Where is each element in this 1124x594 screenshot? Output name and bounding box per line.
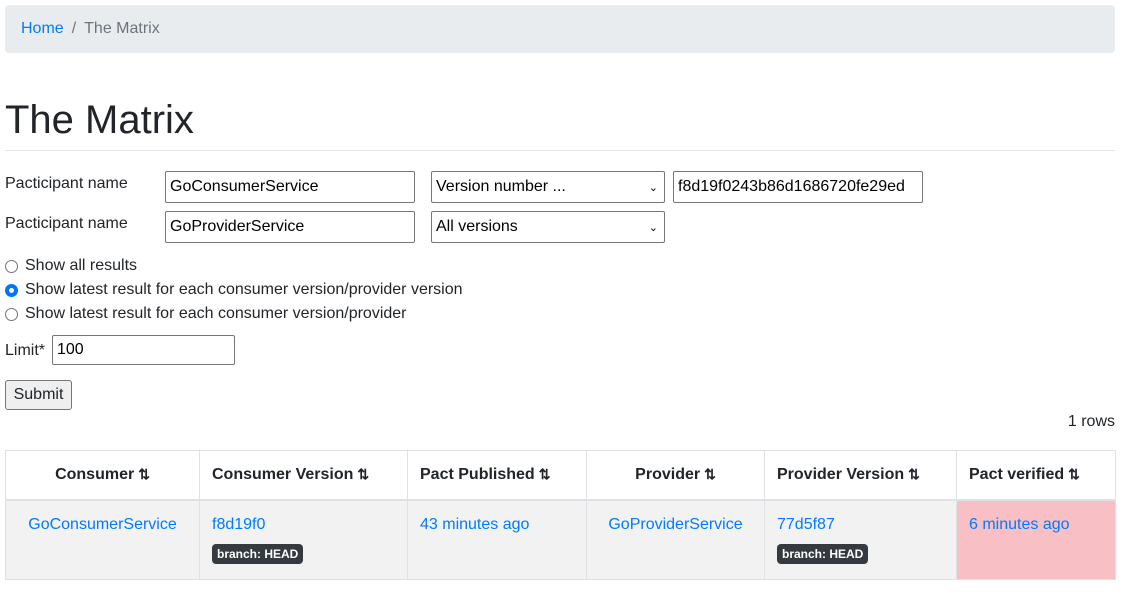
- header-consumer[interactable]: Consumer ⇅: [5, 450, 200, 501]
- pacticipant-2-label: Pacticipant name: [5, 215, 128, 232]
- header-provider-version[interactable]: Provider Version ⇅: [764, 450, 957, 501]
- radio-show-all[interactable]: Show all results: [5, 257, 137, 275]
- radio-button[interactable]: [5, 283, 18, 297]
- breadcrumb-home-link[interactable]: Home: [21, 20, 64, 38]
- sort-icon[interactable]: ⇅: [539, 466, 551, 482]
- branch-badge: branch: HEAD: [212, 543, 304, 564]
- radio-label: Show latest result for each consumer ver…: [25, 281, 463, 298]
- provider-link[interactable]: GoProviderService: [608, 516, 742, 533]
- pact-verified-link[interactable]: 6 minutes ago: [969, 516, 1070, 533]
- consumer-version-link[interactable]: f8d19f0: [212, 516, 265, 533]
- header-pact-verified[interactable]: Pact verified ⇅: [956, 450, 1116, 501]
- consumer-link[interactable]: GoConsumerService: [28, 516, 177, 533]
- pacticipant-2-version-select[interactable]: All versions ⌄: [431, 211, 665, 243]
- pacticipant-1-label: Pacticipant name: [5, 175, 128, 192]
- provider-version-link[interactable]: 77d5f87: [777, 516, 835, 533]
- branch-badge: branch: HEAD: [777, 543, 869, 564]
- header-consumer-version[interactable]: Consumer Version ⇅: [199, 450, 408, 501]
- radio-latest-per-version[interactable]: Show latest result for each consumer ver…: [5, 281, 463, 299]
- breadcrumb-current: The Matrix: [84, 20, 160, 37]
- rows-count: 1 rows: [1067, 413, 1115, 430]
- radio-label: Show latest result for each consumer ver…: [25, 305, 407, 322]
- sort-icon[interactable]: ⇅: [357, 466, 369, 482]
- matrix-table: Consumer ⇅ Consumer Version ⇅ Pact Publish…: [5, 450, 1116, 580]
- radio-button[interactable]: [5, 259, 18, 273]
- page-title: The Matrix: [5, 98, 194, 142]
- pacticipant-1-version-input[interactable]: f8d19f0243b86d1686720fe29ed: [673, 171, 923, 203]
- breadcrumb: Home / The Matrix: [5, 5, 1115, 53]
- sort-icon[interactable]: ⇅: [1068, 466, 1080, 482]
- chevron-down-icon: ⌄: [648, 181, 658, 194]
- limit-input[interactable]: 100: [52, 335, 235, 365]
- radio-latest-per-provider[interactable]: Show latest result for each consumer ver…: [5, 305, 407, 323]
- header-provider[interactable]: Provider ⇅: [586, 450, 765, 501]
- limit-label: Limit*: [5, 342, 46, 359]
- pacticipant-1-name-input[interactable]: GoConsumerService: [165, 171, 415, 203]
- select-value: Version number ...: [436, 178, 566, 195]
- pacticipant-1-version-select[interactable]: Version number ... ⌄: [431, 171, 665, 203]
- breadcrumb-separator: /: [71, 20, 77, 37]
- table-row: GoConsumerService f8d19f0 branch: HEAD 43…: [5, 499, 1116, 580]
- pacticipant-2-name-input[interactable]: GoProviderService: [165, 211, 415, 243]
- pact-published-link[interactable]: 43 minutes ago: [420, 516, 529, 533]
- chevron-down-icon: ⌄: [648, 221, 658, 234]
- sort-icon[interactable]: ⇅: [908, 466, 920, 482]
- table-header-row: Consumer ⇅ Consumer Version ⇅ Pact Publish…: [5, 450, 1116, 501]
- radio-label: Show all results: [25, 257, 138, 274]
- submit-button[interactable]: Submit: [5, 380, 72, 410]
- radio-button[interactable]: [5, 307, 18, 321]
- header-pact-published[interactable]: Pact Published ⇅: [407, 450, 587, 501]
- sort-icon[interactable]: ⇅: [704, 466, 716, 482]
- select-value: All versions: [436, 218, 518, 235]
- sort-icon[interactable]: ⇅: [138, 466, 150, 482]
- divider: [5, 150, 1115, 151]
